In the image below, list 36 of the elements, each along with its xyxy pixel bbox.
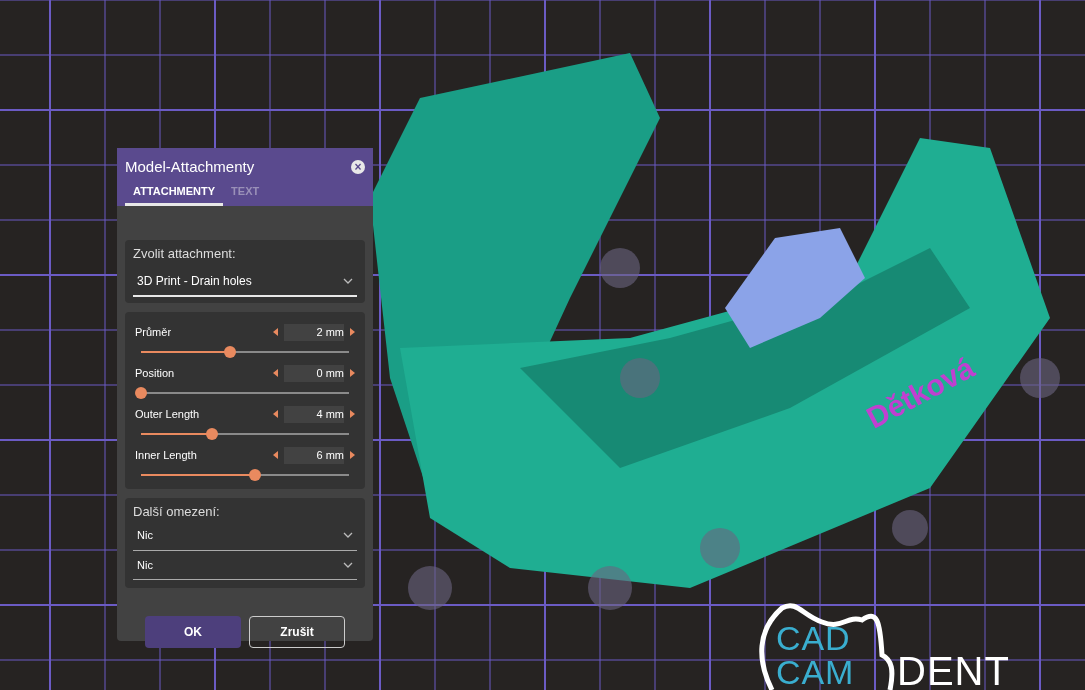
close-button[interactable]: × [351, 160, 365, 175]
attachment-label: Zvolit attachment: [133, 245, 237, 263]
increase-arrow-icon[interactable] [350, 451, 355, 459]
slider-thumb[interactable] [135, 386, 147, 399]
value-field[interactable]: 2 mm [284, 323, 344, 341]
attachment-select[interactable]: 3D Print - Drain holes [133, 271, 357, 297]
decrease-arrow-icon[interactable] [273, 410, 278, 418]
decrease-arrow-icon[interactable] [273, 451, 278, 459]
increase-arrow-icon[interactable] [350, 410, 355, 418]
chevron-down-icon [343, 532, 353, 539]
constraints-label: Další omezení: [133, 502, 221, 521]
decrease-arrow-icon[interactable] [273, 328, 278, 336]
slider-thumb[interactable] [205, 427, 218, 440]
tab[interactable]: ATTACHMENTY [125, 182, 224, 206]
slider-thumb[interactable] [249, 468, 262, 481]
logo-text: DENT [897, 652, 1010, 690]
parameter-label: Inner Length [135, 447, 197, 463]
constraint-select[interactable]: Nic [133, 527, 357, 551]
value-field[interactable]: 4 mm [284, 405, 344, 423]
dialog-title: Model-Attachmenty [125, 157, 255, 177]
logo-text: CAD [776, 622, 851, 654]
chevron-down-icon [343, 277, 353, 284]
constraint-select[interactable]: Nic [133, 556, 357, 580]
ok-button[interactable]: OK [145, 616, 241, 648]
decrease-arrow-icon[interactable] [273, 369, 278, 377]
logo-text: CAM [776, 656, 855, 688]
value-field[interactable]: 6 mm [284, 446, 344, 464]
slider-thumb[interactable] [224, 345, 237, 358]
increase-arrow-icon[interactable] [350, 328, 355, 336]
parameter-label: Outer Length [135, 406, 200, 422]
increase-arrow-icon[interactable] [350, 369, 355, 377]
cancel-button[interactable]: Zrušit [249, 616, 345, 648]
parameter-label: Position [135, 365, 175, 381]
parameter-label: Průměr [135, 324, 172, 340]
value-field[interactable]: 0 mm [284, 364, 344, 382]
chevron-down-icon [343, 561, 353, 568]
